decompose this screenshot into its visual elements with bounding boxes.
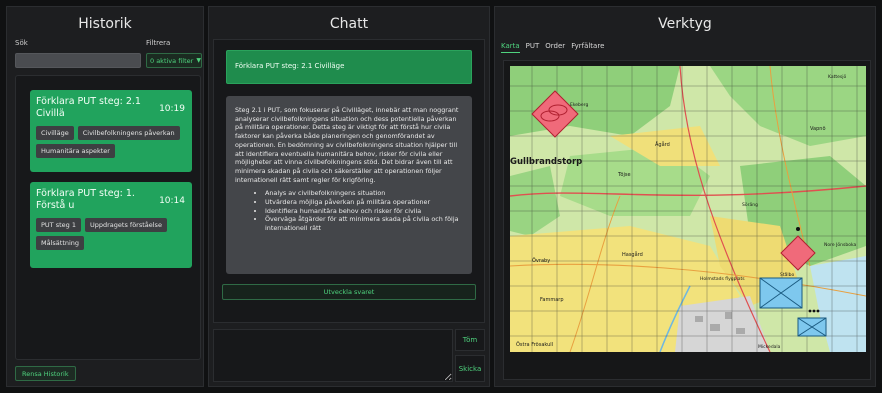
tools-tabs: Karta PUT Order Fyrfältare — [501, 42, 604, 53]
tag-list: PUT steg 1 Uppdragets förståelse Målsätt… — [36, 218, 186, 250]
chevron-down-icon: ▼ — [196, 57, 201, 64]
map-label: Hasgård — [622, 251, 643, 258]
chat-input[interactable] — [213, 329, 453, 382]
search-input[interactable] — [15, 53, 141, 68]
map-label: Fammarp — [540, 297, 564, 303]
tag[interactable]: Civilläge — [36, 126, 74, 140]
map-label: Stålbo — [780, 271, 794, 278]
history-card[interactable]: Förklara PUT steg: 1. Förstå u 10:14 PUT… — [30, 182, 192, 268]
friendly-unit-symbol[interactable] — [797, 317, 827, 337]
user-message: Förklara PUT steg: 2.1 Civilläge — [226, 50, 472, 84]
history-card[interactable]: Förklara PUT steg: 2.1 Civillä 10:19 Civ… — [30, 90, 192, 172]
assistant-message-text: Steg 2.1 i PUT, som fokuserar på Civillä… — [235, 106, 459, 184]
tag[interactable]: Uppdragets förståelse — [84, 218, 167, 232]
assistant-message: Steg 2.1 i PUT, som fokuserar på Civillä… — [226, 96, 472, 274]
send-button[interactable]: Skicka — [455, 355, 485, 382]
filter-label: Filtrera — [146, 39, 171, 47]
history-title: Historik — [78, 16, 132, 32]
history-card-title: Förklara PUT steg: 2.1 Civillä — [36, 96, 141, 119]
topographic-map[interactable]: Gullbrandstorp Ågård Vapnö Töjse Övraby … — [510, 66, 866, 352]
tab-put[interactable]: PUT — [526, 42, 540, 53]
tag-list: Civilläge Civilbefolkningens påverkan Hu… — [36, 126, 186, 158]
map-label: Kattesjö — [828, 74, 847, 80]
chat-panel: Chatt Förklara PUT steg: 2.1 Civilläge S… — [208, 6, 490, 387]
map-label: Holmstads flygplats — [700, 276, 745, 282]
tools-panel: Verktyg Karta PUT Order Fyrfältare Gullb… — [494, 6, 876, 387]
tag[interactable]: Målsättning — [36, 236, 85, 250]
tag[interactable]: PUT steg 1 — [36, 218, 81, 232]
map-label: Ekeberg — [570, 102, 588, 108]
map-view[interactable]: Gullbrandstorp Ågård Vapnö Töjse Övraby … — [503, 60, 871, 380]
filter-select[interactable]: 0 aktiva filter ▼ — [146, 53, 202, 68]
assistant-bullet-list: Analys av civilbefolkningens situation U… — [235, 189, 463, 233]
map-label: Ågård — [655, 141, 670, 148]
bullet-item: Utvärdera möjliga påverkan på militära o… — [265, 198, 463, 207]
tab-karta[interactable]: Karta — [501, 42, 520, 53]
map-label: Övraby — [532, 257, 550, 264]
tag[interactable]: Humanitära aspekter — [36, 144, 115, 158]
bullet-item: Överväga åtgärder för att minimera skada… — [265, 215, 463, 232]
map-label: Nore Jönsboka — [824, 242, 856, 248]
tab-fyrfaltare[interactable]: Fyrfältare — [571, 42, 604, 53]
history-card-time: 10:14 — [159, 196, 185, 206]
history-card-time: 10:19 — [159, 104, 185, 114]
history-list: Förklara PUT steg: 2.1 Civillä 10:19 Civ… — [15, 75, 201, 360]
search-label: Sök — [15, 39, 28, 47]
tab-order[interactable]: Order — [545, 42, 565, 53]
map-label: Gullbrandstorp — [510, 157, 582, 167]
filter-select-value: 0 aktiva filter — [150, 56, 194, 65]
map-label: Östra Frösakull — [516, 341, 553, 348]
map-label: Mickedala — [758, 344, 781, 350]
chat-title: Chatt — [329, 16, 369, 32]
expand-answer-button[interactable]: Utveckla svaret — [222, 284, 476, 300]
map-label: Söräng — [742, 202, 758, 208]
chat-messages: Förklara PUT steg: 2.1 Civilläge Steg 2.… — [213, 39, 485, 323]
clear-history-button[interactable]: Rensa Historik — [15, 366, 76, 381]
map-label: Vapnö — [810, 126, 826, 132]
history-panel: Historik Sök Filtrera 0 aktiva filter ▼ … — [6, 6, 204, 387]
tag[interactable]: Civilbefolkningens påverkan — [77, 126, 180, 140]
clear-chat-button[interactable]: Töm — [455, 329, 485, 351]
tools-title: Verktyg — [658, 16, 712, 32]
map-label: Töjse — [617, 172, 631, 178]
history-card-title: Förklara PUT steg: 1. Förstå u — [36, 188, 135, 211]
bullet-item: Analys av civilbefolkningens situation — [265, 189, 463, 198]
